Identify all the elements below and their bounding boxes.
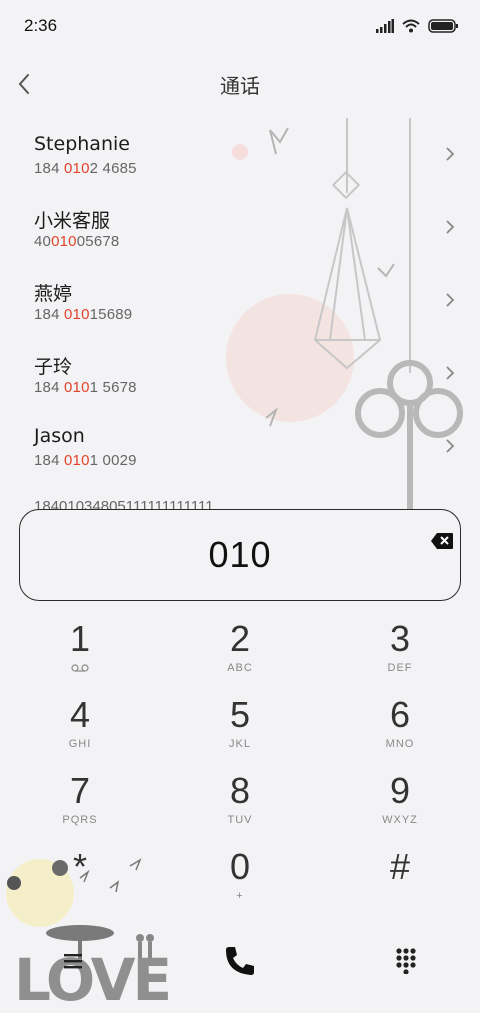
contact-list[interactable]: Stephanie 184 0102 4685 小米客服 4001005678 …	[0, 118, 480, 510]
key-letters: ABC	[227, 662, 253, 674]
key-letters: GHI	[68, 738, 92, 750]
key-0[interactable]: 0 +	[160, 844, 320, 918]
contact-number: 184 0102 4685	[34, 160, 137, 177]
key-digit: 6	[389, 694, 411, 735]
menu-icon	[64, 954, 82, 969]
contact-name: Jason	[34, 425, 85, 447]
key-digit: 1	[69, 618, 91, 659]
key-letters: PQRS	[62, 814, 98, 826]
dialpad-icon	[396, 948, 416, 974]
backspace-icon	[431, 533, 453, 549]
contact-number: 4001005678	[34, 233, 120, 250]
key-letters: JKL	[229, 738, 251, 750]
contact-number: 184 0101 0029	[34, 452, 137, 469]
contact-name: 子玲	[34, 356, 73, 378]
key-digit: 5	[229, 694, 251, 735]
back-button[interactable]	[6, 66, 42, 102]
wifi-icon	[402, 19, 420, 33]
signal-icon	[376, 19, 394, 33]
key-digit: 8	[229, 770, 251, 811]
key-digit: 3	[389, 618, 411, 659]
status-icons	[376, 19, 458, 33]
key-digit: 2	[229, 618, 251, 659]
key-letters: TUV	[227, 814, 253, 826]
key-5[interactable]: 5 JKL	[160, 692, 320, 766]
key-6[interactable]: 6 MNO	[320, 692, 480, 766]
list-item[interactable]: Jason 184 0101 0029	[0, 410, 480, 483]
dialed-number: 010	[208, 534, 272, 575]
chevron-right-icon	[446, 366, 455, 380]
contact-name: 燕婷	[34, 283, 73, 305]
key-3[interactable]: 3 DEF	[320, 616, 480, 690]
status-bar: 2:36	[0, 0, 480, 52]
title-bar: 通话	[0, 56, 480, 112]
details-button[interactable]	[436, 213, 464, 241]
key-star[interactable]: *	[0, 844, 160, 918]
status-time: 2:36	[24, 16, 58, 35]
details-button[interactable]	[436, 286, 464, 314]
chevron-right-icon	[446, 147, 455, 161]
details-button[interactable]	[436, 432, 464, 460]
voicemail-icon	[71, 664, 89, 672]
list-item[interactable]: 子玲 184 0101 5678	[0, 337, 480, 410]
contact-number: 184 01015689	[34, 306, 133, 323]
details-button[interactable]	[436, 359, 464, 387]
key-digit: 4	[69, 694, 91, 735]
chevron-right-icon	[446, 439, 455, 453]
key-digit: 7	[69, 770, 91, 811]
key-2[interactable]: 2 ABC	[160, 616, 320, 690]
key-8[interactable]: 8 TUV	[160, 768, 320, 842]
contact-name: Stephanie	[34, 133, 130, 155]
key-digit: 0	[229, 846, 251, 887]
key-letters: WXYZ	[382, 814, 418, 826]
key-digit: *	[72, 846, 87, 887]
bottom-bar	[0, 930, 480, 990]
key-digit: #	[389, 846, 411, 887]
call-button[interactable]	[217, 938, 263, 984]
phone-icon	[226, 947, 254, 975]
key-4[interactable]: 4 GHI	[0, 692, 160, 766]
delete-button[interactable]	[430, 532, 458, 554]
key-7[interactable]: 7 PQRS	[0, 768, 160, 842]
key-1[interactable]: 1	[0, 616, 160, 690]
key-hash[interactable]: #	[320, 844, 480, 918]
key-letters: +	[236, 890, 244, 902]
list-item[interactable]: 燕婷 184 01015689	[0, 264, 480, 337]
dial-input[interactable]: 010	[19, 509, 461, 601]
page-title: 通话	[220, 73, 260, 98]
key-9[interactable]: 9 WXYZ	[320, 768, 480, 842]
chevron-left-icon	[18, 74, 29, 94]
chevron-right-icon	[446, 293, 455, 307]
menu-button[interactable]	[50, 938, 96, 984]
dialpad-toggle-button[interactable]	[383, 938, 429, 984]
contact-number: 184 0101 5678	[34, 379, 137, 396]
key-letters: MNO	[385, 738, 415, 750]
key-digit: 9	[389, 770, 411, 811]
chevron-right-icon	[446, 220, 455, 234]
list-item[interactable]: Stephanie 184 0102 4685	[0, 118, 480, 191]
details-button[interactable]	[436, 140, 464, 168]
battery-icon	[428, 19, 458, 33]
contact-name: 小米客服	[34, 210, 111, 232]
key-letters: DEF	[387, 662, 413, 674]
list-item[interactable]: 小米客服 4001005678	[0, 191, 480, 264]
